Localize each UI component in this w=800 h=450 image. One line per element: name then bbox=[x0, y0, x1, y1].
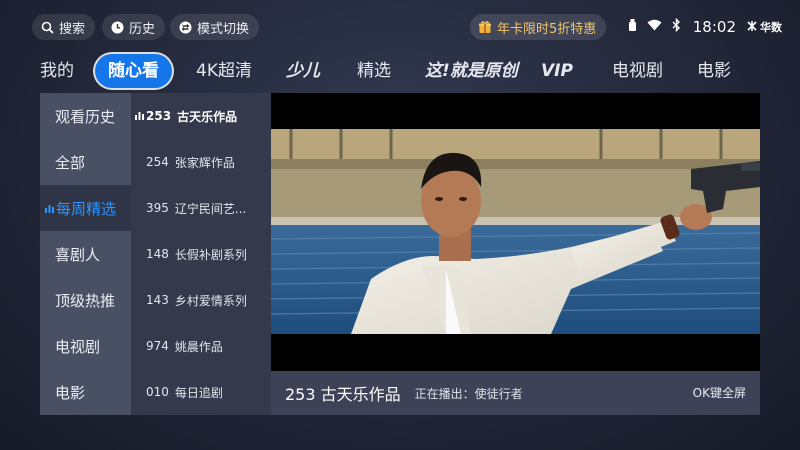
status-area: 18:02 华数 bbox=[628, 14, 782, 40]
channel-name: 每日追剧 bbox=[174, 385, 223, 400]
tab-movies[interactable]: 电影 bbox=[697, 54, 731, 88]
category-label: 全部 bbox=[55, 153, 86, 172]
channel-name: 张家辉作品 bbox=[174, 155, 235, 170]
channel-item[interactable]: 254 张家辉作品 bbox=[131, 139, 271, 185]
tab-tv-series[interactable]: 电视剧 bbox=[612, 54, 663, 88]
channel-number: 010 bbox=[146, 385, 169, 399]
equalizer-icon bbox=[135, 109, 144, 123]
tab-original[interactable]: 这!就是原创 bbox=[425, 54, 518, 88]
search-button[interactable]: 搜索 bbox=[32, 14, 96, 40]
category-label: 观看历史 bbox=[55, 107, 116, 126]
mode-switch-label: 模式切换 bbox=[197, 21, 250, 37]
channel-number: 148 bbox=[146, 247, 169, 261]
gift-icon bbox=[478, 20, 492, 34]
fullscreen-hint[interactable]: OK键全屏 bbox=[693, 371, 746, 415]
promo-banner[interactable]: 年卡限时5折特惠 bbox=[470, 14, 607, 40]
tab-kids[interactable]: 少儿 bbox=[286, 54, 320, 88]
clock-icon bbox=[110, 20, 124, 34]
search-icon bbox=[40, 20, 54, 34]
tab-suixinkan[interactable]: 随心看 bbox=[95, 54, 172, 88]
clock-time: 18:02 bbox=[692, 18, 736, 36]
channel-number: 254 bbox=[146, 155, 169, 169]
promo-text: 年卡限时5折特惠 bbox=[497, 21, 597, 37]
channel-name: 姚晨作品 bbox=[174, 339, 223, 354]
category-item[interactable]: 电视剧 bbox=[40, 323, 131, 369]
tab-vip[interactable]: VIP bbox=[541, 54, 573, 88]
channel-number: 395 bbox=[146, 201, 169, 215]
brand-logo: 华数 bbox=[746, 19, 782, 35]
channel-name: 乡村爱情系列 bbox=[174, 293, 247, 308]
tab-mine[interactable]: 我的 bbox=[40, 54, 74, 88]
history-label: 历史 bbox=[129, 21, 156, 37]
channel-number: 974 bbox=[146, 339, 169, 353]
category-item-selected[interactable]: 每周精选 bbox=[40, 185, 131, 231]
channel-name: 古天乐作品 bbox=[177, 109, 238, 124]
now-playing-bar: 253 古天乐作品 正在播出：使徒行者 OK键全屏 bbox=[271, 371, 760, 415]
channel-number: 253 bbox=[146, 109, 172, 123]
top-bar: 搜索 历史 模式切换 年卡限时5折特惠 18:02 华数 bbox=[0, 0, 800, 52]
bluetooth-icon bbox=[672, 17, 681, 36]
category-item[interactable]: 电影 bbox=[40, 369, 131, 415]
category-item[interactable]: 喜剧人 bbox=[40, 231, 131, 277]
channel-item[interactable]: 974 姚晨作品 bbox=[131, 323, 271, 369]
channel-item-playing[interactable]: 253 古天乐作品 bbox=[131, 93, 271, 139]
channel-name: 长假补剧系列 bbox=[174, 247, 247, 262]
brand-name: 华数 bbox=[760, 21, 782, 34]
channel-item[interactable]: 395 辽宁民间艺... bbox=[131, 185, 271, 231]
channel-name: 辽宁民间艺... bbox=[174, 201, 247, 216]
channel-number: 143 bbox=[146, 293, 169, 307]
channel-list: 253 古天乐作品 254 张家辉作品 395 辽宁民间艺... 148 长假补… bbox=[131, 93, 271, 415]
category-item[interactable]: 全部 bbox=[40, 139, 131, 185]
mode-switch-button[interactable]: 模式切换 bbox=[170, 14, 260, 40]
category-item[interactable]: 顶级热推 bbox=[40, 277, 131, 323]
category-label: 每周精选 bbox=[56, 199, 117, 218]
video-player[interactable] bbox=[271, 93, 760, 371]
channel-title: 253 古天乐作品 bbox=[285, 385, 401, 404]
channel-item[interactable]: 143 乡村爱情系列 bbox=[131, 277, 271, 323]
history-button[interactable]: 历史 bbox=[102, 14, 166, 40]
tab-4k[interactable]: 4K超清 bbox=[196, 54, 252, 88]
category-label: 顶级热推 bbox=[55, 291, 116, 310]
wifi-icon bbox=[647, 19, 662, 35]
category-label: 喜剧人 bbox=[55, 245, 101, 264]
usb-icon bbox=[628, 18, 637, 36]
search-label: 搜索 bbox=[59, 21, 86, 37]
channel-item[interactable]: 010 每日追剧 bbox=[131, 369, 271, 415]
tab-featured[interactable]: 精选 bbox=[357, 54, 391, 88]
category-item[interactable]: 观看历史 bbox=[40, 93, 131, 139]
brand-mark-icon bbox=[746, 20, 758, 35]
category-label: 电影 bbox=[55, 383, 86, 402]
channel-item[interactable]: 148 长假补剧系列 bbox=[131, 231, 271, 277]
video-frame bbox=[271, 129, 760, 334]
category-label: 电视剧 bbox=[55, 337, 101, 356]
mode-switch-icon bbox=[178, 20, 192, 34]
main-tabs: 我的 随心看 4K超清 少儿 精选 这!就是原创 VIP 电视剧 电影 bbox=[0, 54, 800, 88]
now-playing-text: 正在播出：使徒行者 bbox=[414, 386, 523, 401]
category-list: 观看历史 全部 每周精选 喜剧人 顶级热推 电视剧 电影 bbox=[40, 93, 131, 415]
equalizer-icon bbox=[45, 199, 54, 217]
